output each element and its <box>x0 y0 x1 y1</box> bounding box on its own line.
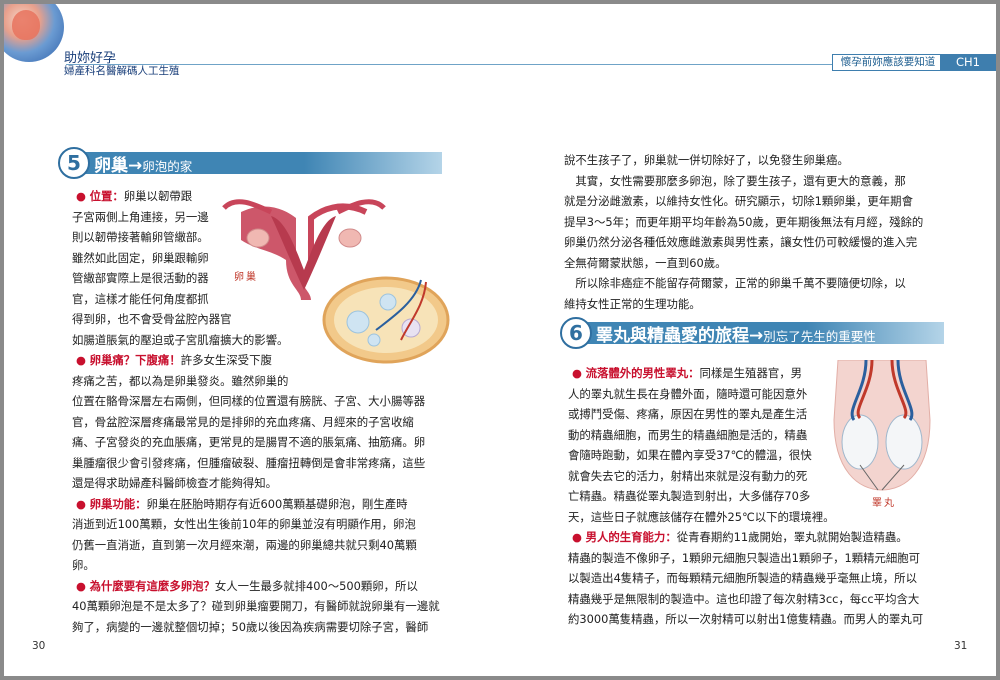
page-header: 助妳好孕 婦產科名醫解碼人工生殖 懷孕前妳應該要知道 CH1 <box>4 4 996 77</box>
section-number: 6 <box>560 317 592 349</box>
text-line: 雖然如此固定，卵巢跟輸卵 <box>72 250 209 265</box>
section-subtitle: 別忘了先生的重要性 <box>763 329 876 344</box>
text-line: 管繖部實際上是很活動的器 <box>72 271 209 285</box>
left-body-text: ● 位置：卵巢以韌帶跟 子宮兩側上角連接，另一邊 則以韌帶接著輸卵管繖部。 雖然… <box>72 186 440 637</box>
text-line: 人的睪丸就生長在身體外面，隨時還可能因意外 <box>568 386 808 401</box>
text-line: ● 卵巢痛？下腹痛！許多女生深受下腹 <box>76 353 272 367</box>
right-body-text: ● 流落體外的男性睪丸：同樣是生殖器官，男 人的睪丸就生長在身體外面，隨時還可能… <box>568 363 923 630</box>
page-number-left: 30 <box>32 640 46 652</box>
chapter-tag: CH1 <box>940 54 996 71</box>
text-line: 巢腫瘤很少會引發疼痛，但腫瘤破裂、腫瘤扭轉倒是會非常疼痛，這些 <box>72 455 426 470</box>
text-line: 官，骨盆腔深層疼痛最常見的是排卵的充血疼痛、月經來的子宮收縮 <box>72 414 414 429</box>
text-line: 官，這樣才能任何角度都抓 <box>72 291 209 306</box>
page-number-right: 31 <box>954 640 968 652</box>
text-line: 全無荷爾蒙狀態，一直到60歲。 <box>564 255 727 270</box>
text-line: 卵巢仍然分泌各種低效應雌激素與男性素，讓女性仍可較緩慢的進入完 <box>564 235 918 249</box>
text-line: 則以韌帶接著輸卵管繖部。 <box>72 230 209 244</box>
section-title: 睪丸與精蟲愛的旅程→ <box>596 326 764 346</box>
text-line: 消逝到近100萬顆，女性出生後前10年的卵巢並沒有明顯作用，卵泡 <box>72 517 416 531</box>
text-line: 約3000萬隻精蟲，所以一次射精可以射出1億隻精蟲。而男人的睪丸可 <box>568 612 924 626</box>
text-line: 位置在骼骨深層左右兩側，但同樣的位置還有膀胱、子宮、大小腸等器 <box>72 394 426 408</box>
text-line: 仍舊一直消逝，直到第一次月經來潮，兩邊的卵巢總共就只剩40萬顆 <box>72 537 417 552</box>
text-line: 亡精蟲。精蟲從睪丸製造到射出，大多儲存70多 <box>568 489 811 503</box>
section-number: 5 <box>58 147 90 179</box>
text-line: 精蟲幾乎是無限制的製造中。這也印證了每次射精3cc，每cc平均含大 <box>568 591 920 606</box>
text-line: 天，這些日子就應該儲存在體外25℃以下的環境裡。 <box>568 509 835 524</box>
text-line: 40萬顆卵泡是不是太多了？碰到卵巢瘤要開刀，有醫師就說卵巢有一邊就 <box>72 599 440 613</box>
text-line: 以製造出4隻精子，而每顆精元細胞所製造的精蟲幾乎毫無止境，所以 <box>568 571 917 585</box>
section-title: 卵巢→ <box>94 156 143 176</box>
book-subtitle: 婦產科名醫解碼人工生殖 <box>64 65 180 77</box>
text-line: ● 位置：卵巢以韌帶跟 <box>76 189 193 203</box>
text-line: ● 卵巢功能：卵巢在胚胎時期存有近600萬顆基礎卵泡，剛生產時 <box>76 496 408 511</box>
text-line: 卵。 <box>72 558 95 572</box>
chapter-label: 懷孕前妳應該要知道 <box>832 54 944 71</box>
section-5-heading: 5 卵巢→卵泡的家 <box>58 147 442 179</box>
section-subtitle: 卵泡的家 <box>142 159 193 174</box>
text-line: 會隨時跑動，如果在體內享受37℃的體溫，很快 <box>568 448 812 462</box>
text-line: 夠了，病變的一邊就整個切掉；50歲以後因為疾病需要切除子宮，醫師 <box>72 619 429 634</box>
fetus-logo-icon <box>4 4 64 62</box>
text-line: 所以除非癌症不能留存荷爾蒙，正常的卵巢千萬不要隨便切除，以 <box>564 276 906 290</box>
text-line: 就是分泌雌激素，以維持女性化。研究顯示，切除1顆卵巢，更年期會 <box>564 194 913 208</box>
book-spread: 助妳好孕 婦產科名醫解碼人工生殖 懷孕前妳應該要知道 CH1 5 卵巢→卵泡的家… <box>4 4 996 676</box>
text-line: 維持女性正常的生理功能。 <box>564 296 701 311</box>
text-line: 子宮兩側上角連接，另一邊 <box>72 209 209 224</box>
text-line: 精蟲的製造不像卵子，1顆卵元細胞只製造出1顆卵子，1顆精元細胞可 <box>568 550 921 565</box>
text-line: 還是得求助婦產科醫師檢查才能夠得知。 <box>72 476 278 490</box>
text-line: 就會失去它的活力，射精出來就是沒有動力的死 <box>568 468 808 483</box>
text-line: 其實，女性需要那麼多卵泡，除了要生孩子，還有更大的意義，那 <box>564 173 906 188</box>
text-line: ● 為什麼要有這麼多卵泡？女人一生最多就排400～500顆卵，所以 <box>76 578 418 593</box>
text-line: 或搏鬥受傷、疼痛，原因在男性的睪丸是產生活 <box>568 407 808 421</box>
text-line: 痛、子宮發炎的充血脹痛，更常見的是腸胃不適的脹氣痛、抽筋痛。卵 <box>72 435 426 449</box>
text-line: 得到卵，也不會受骨盆腔內器官 <box>72 312 232 326</box>
text-line: ● 流落體外的男性睪丸：同樣是生殖器官，男 <box>572 366 803 380</box>
text-line: 如腸道脹氣的壓迫或子宮肌瘤擴大的影響。 <box>72 332 289 347</box>
text-line: 疼痛之苦，都以為是卵巢發炎。雖然卵巢的 <box>72 373 289 388</box>
text-line: 說不生孩子了，卵巢就一併切除好了，以免發生卵巢癌。 <box>564 153 849 167</box>
text-line: 提早3～5年；而更年期平均年齡為50歲，更年期後無法有月經，殘餘的 <box>564 214 924 229</box>
section-6-heading: 6 睪丸與精蟲愛的旅程→別忘了先生的重要性 <box>560 317 944 349</box>
text-line: ● 男人的生育能力：從青春期約11歲開始，睪丸就開始製造精蟲。 <box>572 530 908 544</box>
text-line: 動的精蟲細胞，而男生的精蟲細胞是活的，精蟲 <box>568 427 808 442</box>
right-top-text: 說不生孩子了，卵巢就一併切除好了，以免發生卵巢癌。 其實，女性需要那麼多卵泡，除… <box>564 150 923 314</box>
